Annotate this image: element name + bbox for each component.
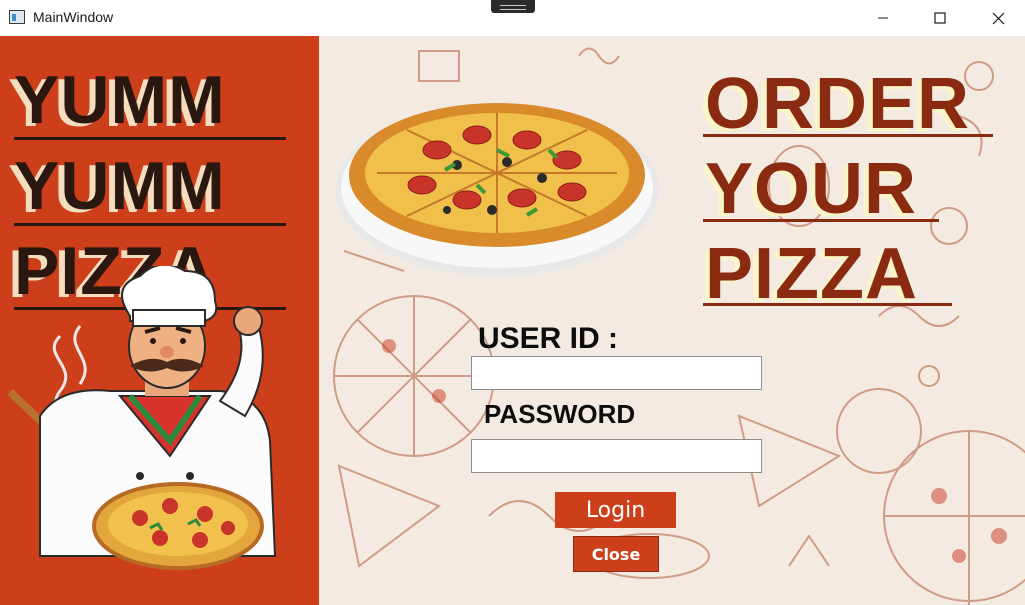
- login-button[interactable]: Login: [555, 492, 676, 528]
- brand-underline-1: [14, 137, 286, 140]
- brand-underline-2: [14, 223, 286, 226]
- minimize-icon: [878, 17, 888, 19]
- chef-illustration: [7, 266, 277, 570]
- heading-line-1: ORDER: [705, 64, 971, 144]
- heading-line-2: YOUR: [705, 149, 918, 229]
- maximize-icon: [934, 12, 946, 24]
- brand-line-1: YUMM: [14, 62, 226, 138]
- close-button[interactable]: Close: [573, 536, 659, 572]
- user-id-input[interactable]: [471, 356, 762, 390]
- password-input[interactable]: [471, 439, 762, 473]
- password-label: PASSWORD: [484, 399, 636, 429]
- heading-line-3: PIZZA: [705, 234, 918, 314]
- heading-underline-3: [703, 303, 952, 306]
- heading-underline-1: [703, 134, 993, 137]
- pizza-hero-image: [335, 103, 659, 276]
- app-window-icon: [9, 10, 25, 24]
- minimize-button[interactable]: [860, 0, 906, 36]
- maximize-button[interactable]: [917, 0, 963, 36]
- heading-underline-2: [703, 219, 939, 222]
- snap-layout-handle[interactable]: [491, 0, 535, 13]
- title-bar[interactable]: MainWindow: [0, 0, 1025, 37]
- close-icon: [992, 12, 1004, 24]
- user-id-label: USER ID :: [478, 322, 619, 355]
- close-window-button[interactable]: [975, 0, 1021, 36]
- window-title: MainWindow: [33, 9, 114, 25]
- left-brand-panel: YUMM YUMM PIZZA: [0, 36, 319, 605]
- brand-line-2: YUMM: [14, 148, 226, 224]
